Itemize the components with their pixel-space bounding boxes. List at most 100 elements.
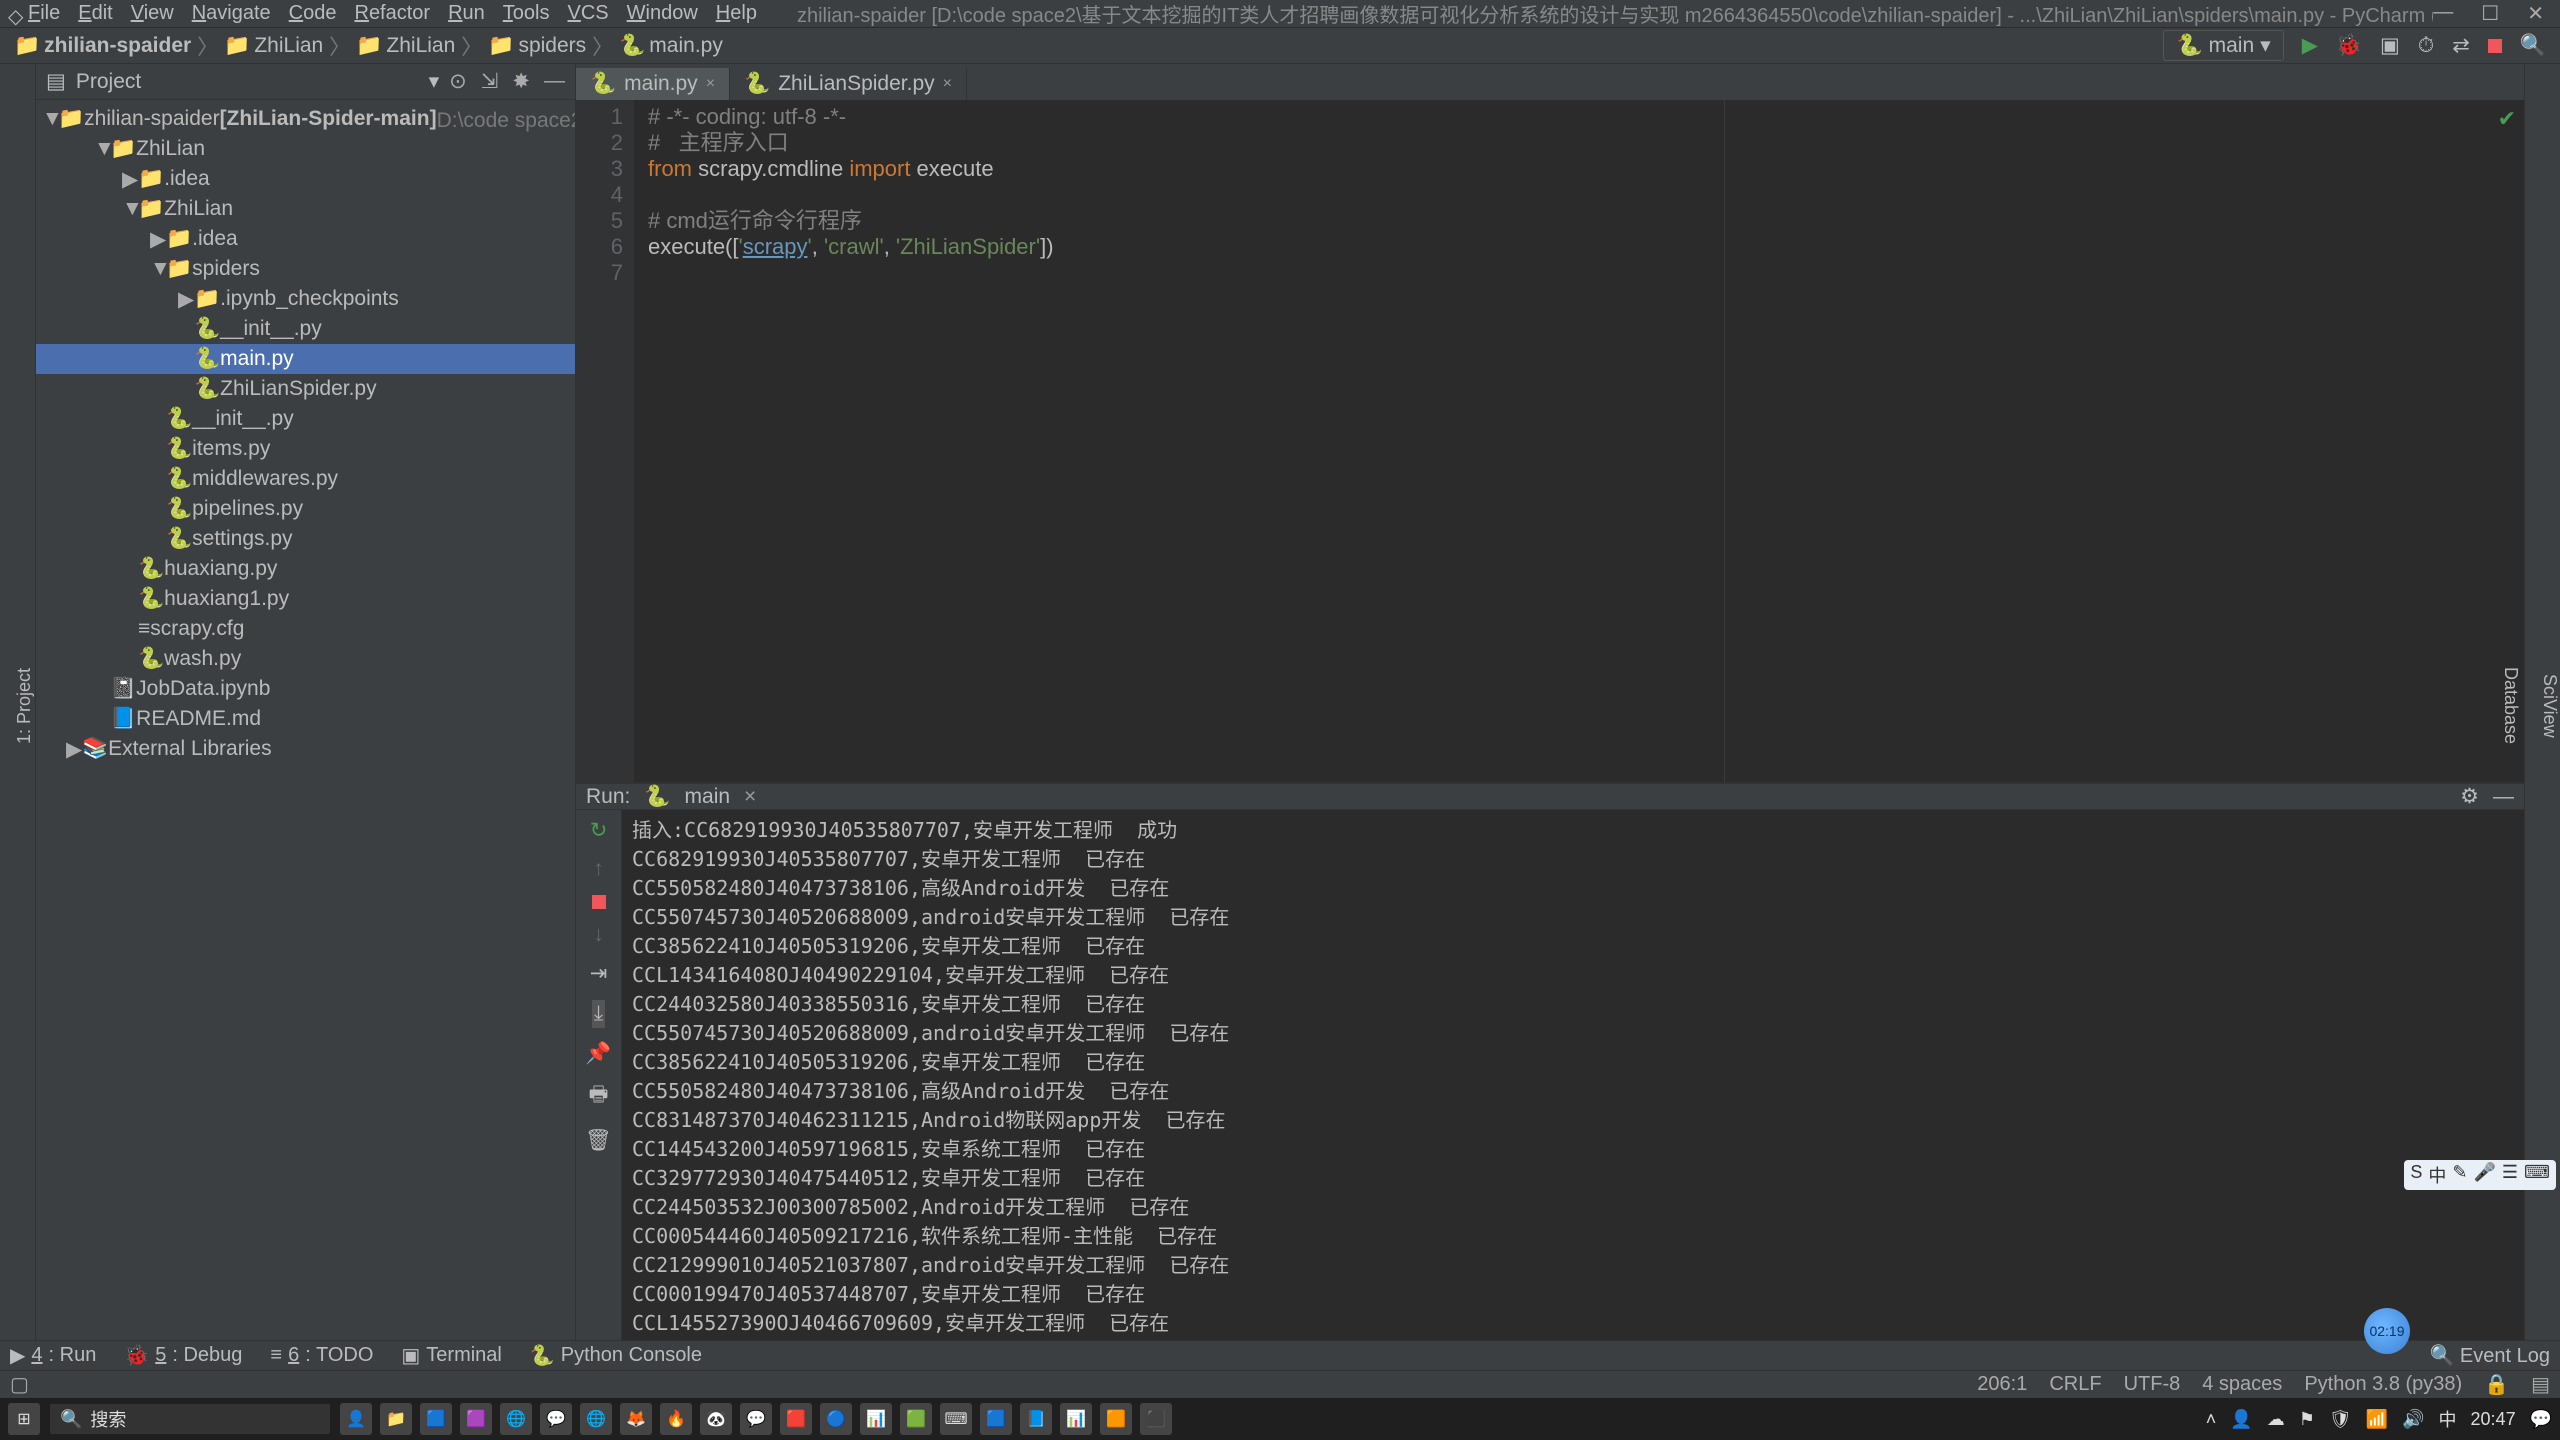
taskbar-app[interactable]: 🟪 [460, 1403, 492, 1435]
code-editor[interactable]: # -*- coding: utf-8 -*-# 主程序入口from scrap… [634, 100, 2524, 782]
menu-vcs[interactable]: VCS [568, 2, 609, 25]
taskbar-app[interactable]: 🟧 [1100, 1403, 1132, 1435]
tree-item[interactable]: ▶ 📁 .ipynb_checkpoints [36, 284, 575, 314]
tree-item[interactable]: 🐍 main.py [36, 344, 575, 374]
taskbar-app[interactable]: 📊 [860, 1403, 892, 1435]
tray-shield-icon[interactable]: 🛡 [2329, 1409, 2352, 1430]
ime-button[interactable]: 中 [2428, 1162, 2446, 1188]
ime-button[interactable]: 🎤 [2473, 1162, 2495, 1188]
tray-time[interactable]: 20:47 [2471, 1409, 2516, 1430]
profile-button[interactable]: ⏱ [2418, 34, 2434, 58]
rerun-icon[interactable]: ↻ [590, 818, 608, 843]
breadcrumb-item[interactable]: 📁 ZhiLian [224, 34, 323, 58]
collapse-icon[interactable]: — [544, 69, 565, 94]
tray-flag-icon[interactable]: ⚑ [2299, 1409, 2315, 1430]
tree-item[interactable]: 🐍 huaxiang1.py [36, 584, 575, 614]
breadcrumb-item[interactable]: 📁 ZhiLian [356, 34, 455, 58]
taskbar-app[interactable]: 📊 [1060, 1403, 1092, 1435]
taskbar-app[interactable]: 📘 [1020, 1403, 1052, 1435]
tree-item[interactable]: 🐍 huaxiang.py [36, 554, 575, 584]
toggle-soft-wrap-icon[interactable]: ⇥ [590, 961, 608, 986]
taskbar-app[interactable]: 📁 [380, 1403, 412, 1435]
menu-code[interactable]: Code [289, 2, 337, 25]
tree-item[interactable]: 🐍 pipelines.py [36, 494, 575, 524]
run-tab-close-icon[interactable]: × [744, 785, 756, 809]
settings-icon[interactable]: ✸ [512, 69, 530, 94]
tree-item[interactable]: ▼ 📁 spiders [36, 254, 575, 284]
notification-icon[interactable]: 💬 [2530, 1409, 2552, 1430]
tree-item[interactable]: ▶ 📚 External Libraries [36, 734, 575, 764]
status-menu-icon[interactable]: ▤ [2531, 1372, 2550, 1397]
bottom-tool-tabs[interactable]: ▶ 4: Run🐞 5: Debug≡ 6: TODO▣ Terminal🐍 P… [0, 1340, 2560, 1370]
project-view-dropdown[interactable]: ▾ [429, 69, 440, 94]
stop-button[interactable] [2488, 39, 2502, 53]
tree-item[interactable]: ▼ 📁 ZhiLian [36, 134, 575, 164]
main-menu[interactable]: FileEditViewNavigateCodeRefactorRunTools… [28, 2, 757, 25]
tray-sound-icon[interactable]: 🔊 [2402, 1409, 2424, 1430]
taskbar-app[interactable]: 🦊 [620, 1403, 652, 1435]
ime-button[interactable]: ⌨ [2524, 1162, 2550, 1188]
stop-run-icon[interactable] [592, 895, 606, 909]
tree-item[interactable]: ≡ scrapy.cfg [36, 614, 575, 644]
trash-icon[interactable]: 🗑 [585, 1129, 612, 1153]
menu-tools[interactable]: Tools [503, 2, 550, 25]
windows-taskbar[interactable]: ⊞ 🔍 搜索 👤📁🟦🟪🌐💬🌐🦊🔥🐼💬🟥🔵📊🟩⌨🟦📘📊🟧⬛ ˄ 👤 ☁ ⚑ 🛡 📶… [0, 1398, 2560, 1440]
menu-edit[interactable]: Edit [78, 2, 112, 25]
tree-item[interactable]: 📓 JobData.ipynb [36, 674, 575, 704]
print-icon[interactable]: 🖶 [589, 1080, 609, 1115]
tray-ime-icon[interactable]: 中 [2439, 1406, 2457, 1432]
breadcrumb-item[interactable]: 📁 spiders [488, 34, 586, 58]
lock-icon[interactable]: 🔒 [2484, 1372, 2509, 1397]
start-button[interactable]: ⊞ [8, 1403, 40, 1435]
coverage-button[interactable]: ▣ [2380, 33, 2400, 58]
taskbar-app[interactable]: ⬛ [1140, 1403, 1172, 1435]
ime-button[interactable]: ☰ [2502, 1162, 2518, 1188]
taskbar-app[interactable]: 🟥 [780, 1403, 812, 1435]
ime-button[interactable]: S [2410, 1162, 2422, 1188]
project-tree[interactable]: ▼ 📁 zhilian-spaider [ZhiLian-Spider-main… [36, 100, 575, 1340]
tree-item[interactable]: ▶ 📁 .idea [36, 164, 575, 194]
menu-window[interactable]: Window [627, 2, 698, 25]
menu-refactor[interactable]: Refactor [354, 2, 430, 25]
tree-item[interactable]: 🐍 __init__.py [36, 404, 575, 434]
search-everywhere-icon[interactable]: 🔍 [2520, 34, 2546, 58]
tray-people-icon[interactable]: 👤 [2230, 1409, 2252, 1430]
taskbar-app[interactable]: 🟩 [900, 1403, 932, 1435]
bottom-tab[interactable]: ≡ 6: TODO [270, 1344, 373, 1367]
run-output[interactable]: 插入:CC682919930J40535807707,安卓开发工程师 成功 CC… [622, 810, 2524, 1369]
taskbar-search[interactable]: 🔍 搜索 [50, 1404, 330, 1434]
taskbar-app[interactable]: 💬 [540, 1403, 572, 1435]
taskbar-app[interactable]: 🐼 [700, 1403, 732, 1435]
project-tool-tab[interactable]: 1: Project [14, 668, 35, 744]
sciview-tool-tab[interactable]: SciView [2539, 674, 2560, 738]
taskbar-app[interactable]: 🟦 [420, 1403, 452, 1435]
down-icon[interactable]: ↓ [593, 923, 604, 947]
scroll-to-end-icon[interactable]: ⤓ [592, 1000, 605, 1028]
menu-file[interactable]: File [28, 2, 60, 25]
close-icon[interactable]: ✕ [2527, 1, 2544, 26]
run-button[interactable]: ▶ [2302, 33, 2318, 58]
tray-cloud-icon[interactable]: ☁ [2267, 1409, 2285, 1430]
maximize-icon[interactable]: ☐ [2481, 1, 2499, 26]
rerun-button[interactable]: ⇄ [2452, 33, 2470, 58]
breadcrumb-item[interactable]: 📁 zhilian-spaider [14, 34, 191, 58]
tray-wifi-icon[interactable]: 📶 [2366, 1409, 2388, 1430]
taskbar-app[interactable]: 👤 [340, 1403, 372, 1435]
ime-toolbar[interactable]: S中✎🎤☰⌨ [2404, 1160, 2556, 1190]
taskbar-app[interactable]: 🌐 [580, 1403, 612, 1435]
line-ending[interactable]: CRLF [2049, 1373, 2101, 1396]
editor-tab[interactable]: 🐍ZhiLianSpider.py× [730, 68, 967, 100]
python-interpreter[interactable]: Python 3.8 (py38) [2304, 1373, 2462, 1396]
taskbar-app[interactable]: 🟦 [980, 1403, 1012, 1435]
indent-setting[interactable]: 4 spaces [2202, 1373, 2282, 1396]
tray-chevron-icon[interactable]: ˄ [2206, 1409, 2217, 1430]
run-settings-icon[interactable]: ⚙ [2460, 784, 2479, 809]
breadcrumb-item[interactable]: 🐍 main.py [619, 34, 723, 58]
tree-item[interactable]: 🐍 wash.py [36, 644, 575, 674]
tab-close-icon[interactable]: × [943, 75, 952, 93]
bottom-tab[interactable]: 🐍 Python Console [530, 1343, 702, 1368]
taskbar-app[interactable]: 💬 [740, 1403, 772, 1435]
event-log-button[interactable]: 🔍 Event Log [2429, 1343, 2550, 1368]
pin-icon[interactable]: 📌 [585, 1042, 611, 1066]
menu-view[interactable]: View [131, 2, 174, 25]
